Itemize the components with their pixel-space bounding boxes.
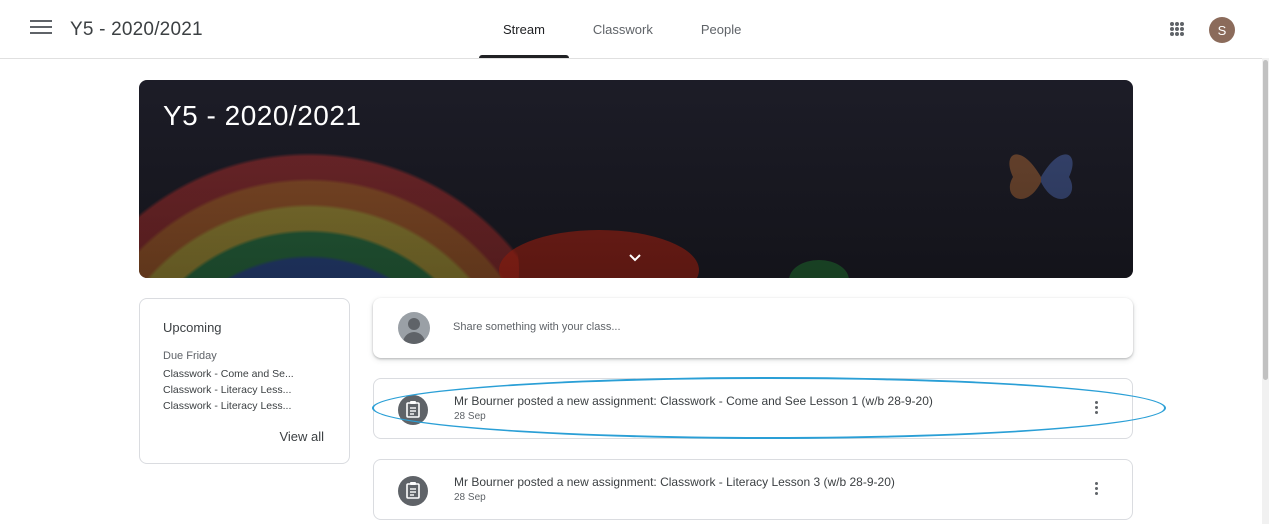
tab-stream[interactable]: Stream [479,0,569,58]
account-avatar[interactable]: S [1209,17,1235,43]
tab-people[interactable]: People [677,0,765,58]
top-app-bar: Y5 - 2020/2021 Stream Classwork People S [0,0,1269,58]
assignment-icon [398,395,428,425]
post-title[interactable]: Mr Bourner posted a new assignment: Clas… [454,394,933,408]
more-options-icon[interactable] [1095,482,1099,498]
tab-classwork[interactable]: Classwork [569,0,677,58]
menu-icon[interactable] [30,20,52,36]
upcoming-item[interactable]: Classwork - Come and Se... [163,368,338,380]
scrollbar-thumb[interactable] [1263,60,1268,380]
assignment-icon [398,476,428,506]
user-avatar [398,312,430,344]
post-date: 28 Sep [454,411,486,422]
class-banner: Y5 - 2020/2021 [139,80,1133,278]
tab-bar: Stream Classwork People [479,0,765,58]
class-title[interactable]: Y5 - 2020/2021 [70,19,203,41]
banner-title: Y5 - 2020/2021 [163,100,362,131]
chevron-down-icon[interactable] [625,248,645,268]
more-options-icon[interactable] [1095,401,1099,417]
apps-grid-icon[interactable] [1170,22,1184,36]
share-box[interactable]: Share something with your class... [373,298,1133,358]
view-all-link[interactable]: View all [279,429,324,444]
upcoming-card: Upcoming Due Friday Classwork - Come and… [139,298,350,464]
upcoming-heading: Upcoming [163,320,222,335]
upcoming-item[interactable]: Classwork - Literacy Less... [163,384,338,396]
upcoming-due-label: Due Friday [163,350,217,362]
stream-post[interactable]: Mr Bourner posted a new assignment: Clas… [373,378,1133,439]
post-date: 28 Sep [454,492,486,503]
share-placeholder[interactable]: Share something with your class... [453,321,621,333]
page-scrollbar[interactable] [1262,58,1269,524]
header-divider [0,58,1262,59]
stream-post[interactable]: Mr Bourner posted a new assignment: Clas… [373,459,1133,520]
upcoming-item[interactable]: Classwork - Literacy Less... [163,400,338,412]
post-title[interactable]: Mr Bourner posted a new assignment: Clas… [454,475,895,489]
